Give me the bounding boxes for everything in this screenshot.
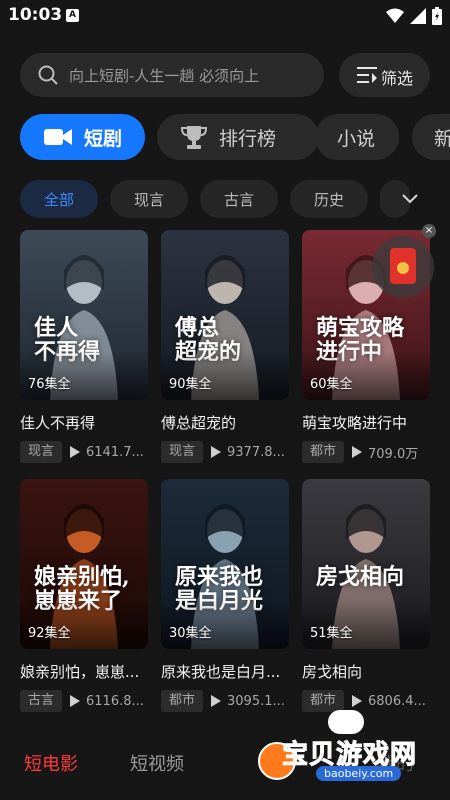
filter-button[interactable]: 筛选: [339, 53, 430, 97]
tab-label: 短剧: [84, 127, 123, 150]
tab-label: 小说: [337, 127, 376, 150]
drama-title[interactable]: 傅总超宠的: [161, 412, 289, 433]
trophy-icon: [181, 124, 207, 150]
drama-title[interactable]: 房戈相向: [302, 661, 430, 682]
episode-count: 92集全: [28, 626, 71, 641]
play-icon: [70, 446, 81, 458]
category-filters: 全部 现言 古言 历史: [20, 180, 450, 218]
battery-icon: [432, 7, 442, 25]
search-bar[interactable]: 向上短剧-人生一趟 必须向上: [20, 53, 324, 97]
red-packet-float[interactable]: [372, 236, 434, 298]
tab-ranking[interactable]: 排行榜: [157, 114, 319, 160]
red-envelope-icon: [390, 248, 416, 284]
notification-a-icon: A: [66, 9, 79, 22]
category-history[interactable]: 历史: [290, 180, 368, 218]
cover-title-art: 房戈相向: [316, 564, 405, 590]
nav-short-film[interactable]: 短电影: [24, 750, 78, 776]
drama-cover[interactable]: 房戈相向 51集全: [302, 479, 430, 649]
play-count: 6116.8...: [86, 693, 144, 709]
play-count: 709.0万: [368, 446, 419, 462]
drama-cover[interactable]: 原来我也 是白月光30集全: [161, 479, 289, 649]
episode-count: 60集全: [310, 377, 353, 392]
play-icon: [352, 695, 363, 707]
tab-label: 排行榜: [219, 127, 277, 150]
status-bar: 10:03 A: [0, 0, 450, 32]
category-label: 古言: [223, 190, 254, 209]
drama-title[interactable]: 佳人不再得: [20, 412, 148, 433]
search-icon: [38, 65, 58, 85]
play-icon: [70, 695, 81, 707]
filter-label: 筛选: [381, 69, 414, 88]
drama-title[interactable]: 娘亲别怕，崽崽...: [20, 661, 148, 682]
nav-short-video[interactable]: 短视频: [130, 750, 184, 776]
episode-count: 51集全: [310, 626, 353, 641]
main-tabs: 短剧 排行榜 小说 新: [20, 114, 450, 160]
filter-icon: [357, 67, 377, 83]
tab-novel[interactable]: 小说: [315, 114, 399, 160]
drama-meta: 都市 709.0万: [302, 441, 430, 463]
drama-card[interactable]: 娘亲别怕, 崽崽来了92集全娘亲别怕，崽崽... 古言 6116.8...: [20, 479, 148, 712]
play-icon: [352, 446, 363, 458]
wifi-icon: [386, 8, 404, 23]
genre-tag: 都市: [302, 441, 345, 463]
drama-card[interactable]: 原来我也 是白月光30集全原来我也是白月... 都市 3095.1...: [161, 479, 289, 712]
category-ancient-romance[interactable]: 古言: [200, 180, 278, 218]
drama-meta: 现言 6141.7...: [20, 441, 148, 463]
watermark-url: baobeiy.com: [316, 766, 402, 781]
play-count: 9377.8...: [227, 444, 285, 460]
category-label: 历史: [313, 190, 344, 209]
play-count: 6141.7...: [86, 444, 144, 460]
play-icon: [211, 446, 222, 458]
genre-tag: 古言: [20, 690, 63, 712]
expand-categories-button[interactable]: [390, 180, 430, 218]
drama-cover[interactable]: 佳人 不再得76集全: [20, 230, 148, 400]
tab-label: 新: [434, 127, 450, 150]
genre-tag: 现言: [20, 441, 63, 463]
drama-card[interactable]: 佳人 不再得76集全佳人不再得现言 6141.7...: [20, 230, 148, 463]
episode-count: 90集全: [169, 377, 212, 392]
play-count: 6806.4...: [368, 693, 426, 709]
drama-card[interactable]: 房戈相向 51集全 房戈相向 都市 6806.4...: [302, 479, 430, 712]
gamepad-icon: [328, 710, 364, 734]
episode-count: 30集全: [169, 626, 212, 641]
play-count: 3095.1...: [227, 693, 285, 709]
drama-meta: 现言 9377.8...: [161, 441, 289, 463]
tab-short-drama[interactable]: 短剧: [20, 114, 145, 160]
category-modern-romance[interactable]: 现言: [110, 180, 188, 218]
genre-tag: 都市: [161, 690, 204, 712]
drama-title[interactable]: 原来我也是白月...: [161, 661, 289, 682]
drama-cover[interactable]: 傅总 超宠的90集全: [161, 230, 289, 400]
signal-icon: [410, 8, 426, 24]
system-icons: [386, 7, 442, 25]
drama-cover[interactable]: 娘亲别怕, 崽崽来了92集全: [20, 479, 148, 649]
close-icon[interactable]: ×: [422, 224, 436, 238]
drama-meta: 古言 6116.8...: [20, 690, 148, 712]
video-camera-icon: [44, 126, 72, 148]
site-watermark: 宝贝游戏网 baobeiy.com: [254, 708, 450, 800]
chevron-down-icon: [402, 194, 418, 204]
drama-card[interactable]: 傅总 超宠的90集全傅总超宠的现言 9377.8...: [161, 230, 289, 463]
tab-new[interactable]: 新: [412, 114, 450, 160]
genre-tag: 现言: [161, 441, 204, 463]
status-time: 10:03: [8, 5, 63, 25]
episode-count: 76集全: [28, 377, 71, 392]
drama-title[interactable]: 萌宝攻略进行中: [302, 412, 430, 433]
category-label: 现言: [133, 190, 164, 209]
search-placeholder: 向上短剧-人生一趟 必须向上: [69, 67, 260, 85]
play-icon: [211, 695, 222, 707]
category-label: 全部: [43, 190, 74, 209]
category-all[interactable]: 全部: [20, 180, 98, 218]
